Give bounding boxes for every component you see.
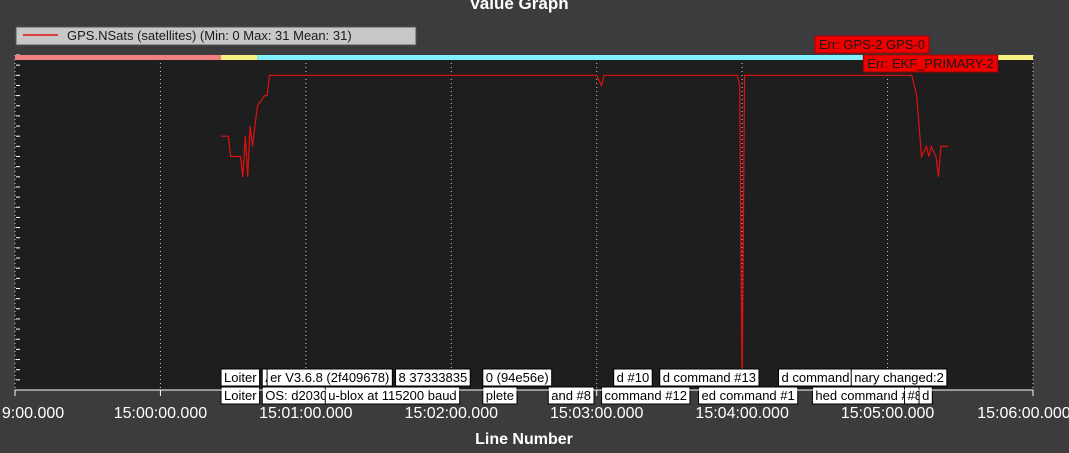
x-tick-label: 15:05:00.000	[841, 405, 935, 422]
x-tick-label: 9:00.000	[2, 405, 64, 422]
error-label-text: Err: GPS-2 GPS-0	[819, 37, 925, 52]
chart-title: Value Graph	[469, 0, 568, 13]
x-tick-label: 15:01:00.000	[259, 405, 353, 422]
legend[interactable]: GPS.NSats (satellites) (Min: 0 Max: 31 M…	[15, 26, 417, 46]
x-tick-label: 15:02:00.000	[405, 405, 499, 422]
mode-band	[257, 55, 924, 60]
message-label: Loiter	[220, 368, 261, 387]
x-tick-label: 15:04:00.000	[695, 405, 789, 422]
message-label-text: er V3.6.8 (2f409678)	[270, 370, 389, 385]
message-label-text: 0 (94e56e)	[486, 370, 549, 385]
x-tick-label: 15:06:00.000	[977, 405, 1069, 422]
message-label-text: nary changed:2	[854, 370, 944, 385]
x-axis-label: Line Number	[475, 431, 573, 448]
message-label: 8 37333835	[395, 368, 471, 387]
message-label: er V3.6.8 (2f409678)	[266, 368, 393, 387]
message-label: 0 (94e56e)	[482, 368, 553, 387]
error-label: Err: GPS-2 GPS-0	[814, 35, 930, 54]
message-label-text: 8 37333835	[399, 370, 468, 385]
legend-label: GPS.NSats (satellites) (Min: 0 Max: 31 M…	[67, 28, 352, 43]
message-label-text: d #10	[617, 370, 650, 385]
x-tick-label: 15:00:00.000	[114, 405, 208, 422]
message-label-text: Loiter	[224, 370, 257, 385]
mode-band	[221, 55, 258, 60]
mode-band	[15, 55, 222, 60]
message-label: nary changed:2	[850, 368, 948, 387]
message-label: d command #13	[659, 368, 760, 387]
error-label-text: Err: EKF_PRIMARY-2	[867, 56, 993, 71]
message-label: d #10	[613, 368, 653, 387]
value-graph: Value Graph Err: GPS-2 GPS-0 Err: EKF_PRI…	[2, 0, 1069, 448]
error-label: Err: EKF_PRIMARY-2	[862, 54, 999, 73]
x-tick-label: 15:03:00.000	[550, 405, 644, 422]
message-label-text: d command #13	[663, 370, 756, 385]
plot-area[interactable]	[15, 55, 1033, 390]
